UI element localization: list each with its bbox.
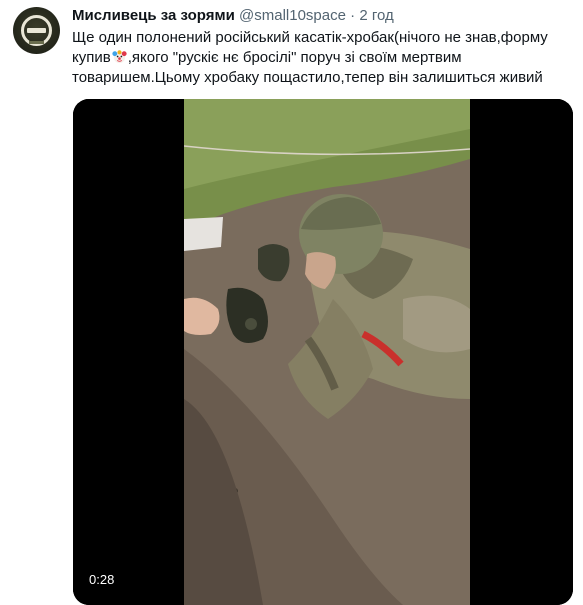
avatar-logo-icon: [21, 15, 52, 46]
tweet-text: Ще один полонений російський касатік-хро…: [72, 28, 572, 88]
tweet-text-line-3: товаришем.Цьому хробаку пощастило,тепер …: [72, 69, 543, 86]
tweet-text-line-2a: купив: [72, 49, 111, 66]
video-frame: [73, 99, 573, 605]
video-player[interactable]: 0:28: [73, 99, 573, 605]
author-handle[interactable]: @small10space: [239, 7, 346, 24]
separator-dot: ·: [350, 7, 356, 24]
tweet-text-line-2: купив ,якого "рускіє нє бросілі" поруч з…: [72, 48, 572, 68]
author-avatar[interactable]: [13, 7, 60, 54]
tweet[interactable]: Мисливець за зорями @small10space · 2 го…: [0, 0, 583, 605]
tweet-text-line-1: Ще один полонений російський касатік-хро…: [72, 29, 548, 46]
tweet-header: Мисливець за зорями @small10space · 2 го…: [72, 6, 394, 26]
video-duration: 0:28: [85, 571, 119, 589]
tweet-text-line-2b: ,якого "рускіє нє бросілі" поруч зі свої…: [127, 49, 462, 66]
clown-face-icon: [112, 50, 127, 64]
tweet-timestamp[interactable]: 2 год: [359, 7, 393, 24]
author-name[interactable]: Мисливець за зорями: [72, 7, 235, 24]
